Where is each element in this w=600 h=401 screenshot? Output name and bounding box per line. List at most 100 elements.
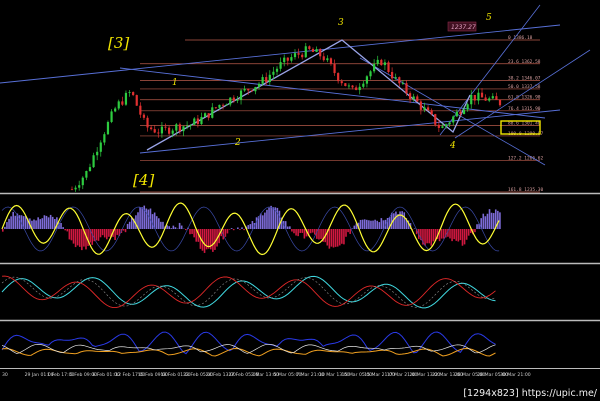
candle-body	[373, 63, 376, 72]
candle-body	[99, 142, 102, 152]
candle-body	[193, 118, 196, 125]
candle-body	[401, 83, 404, 84]
histogram-bar	[91, 229, 94, 245]
histogram-bar	[295, 229, 297, 236]
candle-body	[301, 54, 304, 58]
candle-body	[419, 101, 422, 110]
candle-body	[189, 124, 192, 126]
histogram-bar	[2, 229, 4, 232]
histogram-bar	[12, 211, 14, 229]
candle-body	[293, 53, 297, 58]
histogram-bar	[276, 207, 279, 229]
histogram-bar	[247, 225, 250, 229]
histogram-bar	[374, 219, 376, 229]
histogram-bar	[272, 207, 274, 229]
candle-body	[114, 108, 117, 112]
histogram-bar	[226, 229, 229, 234]
candle-body	[254, 87, 257, 92]
candle-body	[139, 105, 142, 115]
histogram-bar	[363, 219, 366, 229]
histogram-bar	[490, 212, 493, 229]
histogram-bar	[230, 228, 233, 229]
histogram-bar	[8, 218, 10, 229]
histogram-bar	[4, 226, 6, 229]
histogram-bar	[97, 229, 100, 241]
histogram-bar	[395, 211, 397, 229]
candle-body	[394, 77, 397, 79]
histogram-bar	[99, 229, 102, 238]
histogram-bar	[51, 216, 54, 229]
histogram-bar	[299, 229, 302, 233]
candle-body	[157, 132, 160, 134]
candle-body	[142, 114, 146, 118]
candle-body	[279, 62, 282, 69]
histogram-bar	[193, 229, 195, 238]
candle-body	[441, 126, 444, 128]
watermark: [1294x823] https://upic.me/	[463, 388, 597, 399]
histogram-bar	[467, 229, 470, 236]
histogram-bar	[320, 229, 322, 240]
trendline-channel-bottom	[139, 109, 561, 154]
histogram-bar	[343, 229, 345, 245]
histogram-bar	[370, 220, 372, 229]
histogram-bar	[465, 229, 468, 240]
histogram-bar	[291, 229, 293, 232]
trendlines	[0, 4, 591, 166]
candle-body	[272, 71, 275, 75]
fibonacci-levels: 0 1386.1823.6 1362.5838.2 1346.0750.0 13…	[140, 35, 544, 193]
candle-body	[275, 68, 279, 72]
candle-body	[355, 87, 358, 91]
histogram-bar	[266, 209, 268, 229]
histogram-bar	[301, 229, 304, 233]
oscillator-panel-3	[1, 331, 496, 357]
histogram-bar	[130, 217, 133, 229]
fib-label: 127.2 1266.62	[508, 155, 544, 161]
candle-body	[117, 101, 120, 109]
histogram-bar	[461, 229, 464, 246]
candle-body	[124, 92, 128, 105]
candle-body	[92, 155, 95, 168]
histogram-bar	[453, 229, 455, 240]
histogram-bar	[106, 229, 108, 240]
candle-body	[426, 107, 430, 111]
candle-body	[74, 187, 77, 190]
candle-body	[344, 83, 347, 87]
candle-body	[168, 127, 171, 134]
candle-body	[488, 98, 491, 101]
histogram-bar	[345, 229, 347, 237]
histogram-bar	[214, 229, 216, 250]
candle-body	[480, 92, 484, 98]
histogram-bar	[424, 229, 426, 246]
candle-body	[221, 104, 225, 106]
fib-label: 23.6 1362.58	[508, 59, 541, 65]
candle-body	[455, 111, 458, 117]
histogram-bar	[139, 207, 141, 229]
histogram-bar	[35, 220, 37, 229]
histogram-bar	[43, 215, 46, 229]
histogram-bar	[368, 220, 370, 229]
histogram-bar	[318, 229, 320, 240]
histogram-bar	[341, 229, 343, 244]
histogram-bar	[189, 229, 191, 235]
candle-body	[322, 56, 325, 61]
histogram-bar	[328, 229, 331, 249]
histogram-bar	[243, 229, 245, 231]
candle-body	[103, 134, 106, 143]
histogram-bar	[455, 229, 458, 241]
histogram-bar	[380, 218, 383, 229]
candle-body	[214, 107, 217, 109]
histogram-bar	[264, 212, 266, 229]
histogram-bar	[108, 229, 110, 237]
candle-body	[175, 124, 178, 131]
time-axis: 30 29 Jan 01:001 Feb 17:005 Feb 09:008 Fe…	[2, 372, 531, 378]
histogram-bar	[432, 229, 435, 242]
histogram-bar	[347, 229, 349, 233]
candle-body	[369, 71, 372, 77]
x-tick-label: 30	[2, 372, 8, 378]
candle-body	[247, 88, 250, 91]
candle-body	[290, 57, 293, 61]
histogram-bar	[74, 229, 77, 248]
histogram-bar	[428, 229, 430, 244]
histogram-bar	[482, 213, 485, 229]
candle-body	[484, 97, 487, 101]
